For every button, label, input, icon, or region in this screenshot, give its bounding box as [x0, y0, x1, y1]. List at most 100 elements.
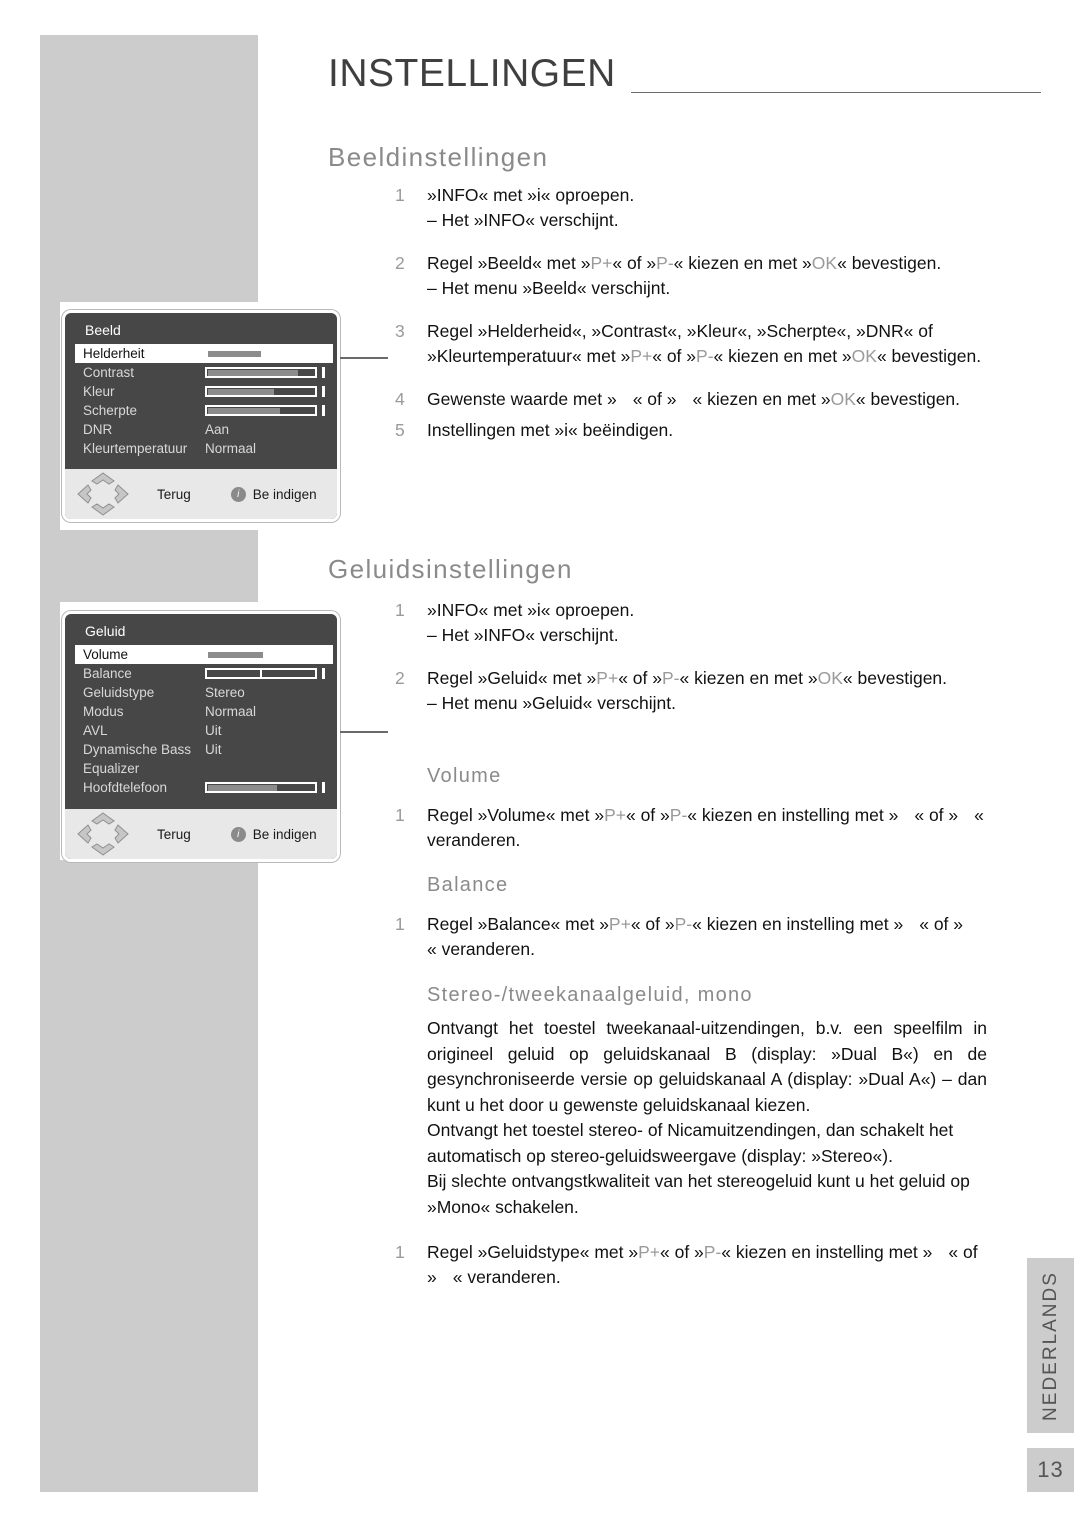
- step-text: »INFO« met »i« oproepen.: [427, 185, 635, 205]
- osd-footer: Terug i Be indigen: [65, 809, 337, 859]
- remote-key-label: P+: [604, 805, 626, 825]
- remote-key-label: OK: [811, 253, 838, 273]
- osd-confirm-chip[interactable]: i Be indigen: [230, 826, 317, 842]
- slider[interactable]: [205, 648, 325, 661]
- step-number: 2: [395, 253, 405, 273]
- connector-line-beeld: [340, 357, 388, 359]
- info-icon: i: [230, 486, 246, 502]
- osd-row-label: Hoofdtelefoon: [83, 780, 168, 795]
- paragraphs-stereo: Ontvangt het toestel tweekanaal-uitzendi…: [427, 1016, 987, 1220]
- title-rule: [631, 92, 1041, 93]
- step-subnote: – Het menu »Geluid« verschijnt.: [427, 693, 677, 713]
- step-list-geluidsinstellingen: 1 »INFO« met »i« oproepen. – Het »INFO« ve…: [395, 598, 987, 716]
- step-text: Regel »Beeld« met »P+« of »P-« kiezen en…: [427, 253, 942, 273]
- paragraph: Bij slechte ontvangstkwaliteit van het s…: [427, 1171, 970, 1217]
- osd-row[interactable]: Kleur: [83, 382, 329, 401]
- step-item: 1 Regel »Geluidstype« met »P+« of »P-« ki…: [395, 1240, 987, 1290]
- step-item: 1 »INFO« met »i« oproepen. – Het »INFO« ve…: [395, 598, 987, 648]
- remote-key-label: P+: [590, 253, 613, 273]
- section-heading-beeldinstellingen: Beeldinstellingen: [328, 142, 549, 172]
- osd-row-label: Dynamische Bass: [83, 742, 192, 757]
- osd-row-label: AVL: [83, 723, 108, 738]
- osd-back-label[interactable]: Terug: [157, 827, 191, 842]
- step-text: Gewenste waarde met » « of » « kiezen en m…: [427, 389, 961, 409]
- step-text: Instellingen met »i« beëindigen.: [427, 420, 674, 440]
- remote-key-label: P-: [669, 805, 688, 825]
- paragraph: Ontvangt het toestel tweekanaal-uitzendi…: [427, 1018, 987, 1115]
- osd-footer: Terug i Be indigen: [65, 469, 337, 519]
- step-subnote: – Het »INFO« verschijnt.: [427, 625, 619, 645]
- decorative-gray-panel-bottom: [40, 860, 258, 1492]
- slider-fill: [208, 351, 261, 357]
- osd-row-label: Balance: [83, 666, 132, 681]
- step-item: 5 Instellingen met »i« beëindigen.: [395, 418, 987, 443]
- osd-row-label: Volume: [83, 647, 129, 662]
- step-number: 5: [395, 420, 405, 440]
- step-item: 2 Regel »Geluid« met »P+« of »P-« kiezen …: [395, 666, 987, 716]
- step-number: 1: [395, 1242, 405, 1262]
- slider[interactable]: [205, 385, 325, 398]
- osd-row[interactable]: Helderheit: [75, 344, 333, 363]
- section-heading-geluidsinstellingen: Geluidsinstellingen: [328, 554, 573, 584]
- osd-title: Beeld: [85, 322, 121, 338]
- step-number: 2: [395, 668, 405, 688]
- slider[interactable]: [205, 404, 325, 417]
- remote-key-label: OK: [851, 346, 877, 366]
- osd-confirm-label: Be indigen: [252, 826, 317, 842]
- remote-key-label: P+: [630, 346, 653, 366]
- osd-row[interactable]: Volume: [75, 645, 333, 664]
- osd-menu-beeld[interactable]: Beeld Helderheit Contrast Kleur Scherpte DNR A…: [62, 310, 340, 522]
- step-number: 1: [395, 185, 405, 205]
- osd-back-label[interactable]: Terug: [157, 487, 191, 502]
- osd-row-label: Equalizer: [83, 761, 140, 776]
- dpad-navigation[interactable]: [77, 812, 129, 856]
- step-subnote: – Het »INFO« verschijnt.: [427, 210, 619, 230]
- slider-fill: [208, 389, 274, 395]
- page-number: 13: [1037, 1457, 1064, 1482]
- slider[interactable]: [205, 347, 325, 360]
- osd-row[interactable]: DNR Aan: [83, 420, 329, 439]
- osd-row[interactable]: Dynamische Bass Uit: [83, 740, 329, 759]
- osd-row[interactable]: Hoofdtelefoon: [83, 778, 329, 797]
- slider-fill: [208, 408, 280, 414]
- decorative-gray-strip: [40, 530, 60, 860]
- step-number: 1: [395, 600, 405, 620]
- osd-row-value: Aan: [205, 422, 230, 437]
- osd-row-label: Kleurtemperatuur: [83, 441, 188, 456]
- step-list-volume: 1 Regel »Volume« met »P+« of »P-« kiezen …: [395, 803, 987, 853]
- page-number-box: 13: [1027, 1448, 1074, 1492]
- osd-row[interactable]: Equalizer: [83, 759, 329, 778]
- osd-row-value: Uit: [205, 742, 222, 757]
- info-icon: i: [230, 826, 246, 842]
- osd-row[interactable]: Kleurtemperatuur Normaal: [83, 439, 329, 458]
- osd-row-list: Helderheit Contrast Kleur Scherpte DNR Aan Kle…: [65, 344, 337, 458]
- osd-confirm-chip[interactable]: i Be indigen: [230, 486, 317, 502]
- remote-key-label: P-: [703, 1242, 722, 1262]
- osd-menu-geluid[interactable]: Geluid Volume Balance Geluidstype Stereo Modu…: [62, 611, 340, 862]
- dpad-navigation[interactable]: [77, 472, 129, 516]
- slider[interactable]: [205, 781, 325, 794]
- step-subnote: – Het menu »Beeld« verschijnt.: [427, 278, 671, 298]
- step-list-stereo: 1 Regel »Geluidstype« met »P+« of »P-« ki…: [395, 1240, 987, 1290]
- osd-row[interactable]: AVL Uit: [83, 721, 329, 740]
- remote-key-label: P-: [696, 346, 714, 366]
- osd-row[interactable]: Contrast: [83, 363, 329, 382]
- step-list-balance: 1 Regel »Balance« met »P+« of »P-« kiezen…: [395, 912, 987, 962]
- step-text: Regel »Geluidstype« met »P+« of »P-« kie…: [427, 1242, 978, 1287]
- osd-row-value: Normaal: [205, 441, 257, 456]
- osd-row[interactable]: Scherpte: [83, 401, 329, 420]
- osd-row[interactable]: Balance: [83, 664, 329, 683]
- slider-balance[interactable]: [205, 667, 325, 680]
- osd-row[interactable]: Modus Normaal: [83, 702, 329, 721]
- slider[interactable]: [205, 366, 325, 379]
- dpad-icon[interactable]: [77, 812, 129, 856]
- sub-heading-volume: Volume: [427, 765, 502, 787]
- osd-row[interactable]: Geluidstype Stereo: [83, 683, 329, 702]
- dpad-icon[interactable]: [77, 472, 129, 516]
- connector-line-geluid: [340, 731, 388, 733]
- osd-row-value: Uit: [205, 723, 222, 738]
- step-number: 1: [395, 914, 405, 934]
- remote-key-label: P+: [638, 1242, 660, 1262]
